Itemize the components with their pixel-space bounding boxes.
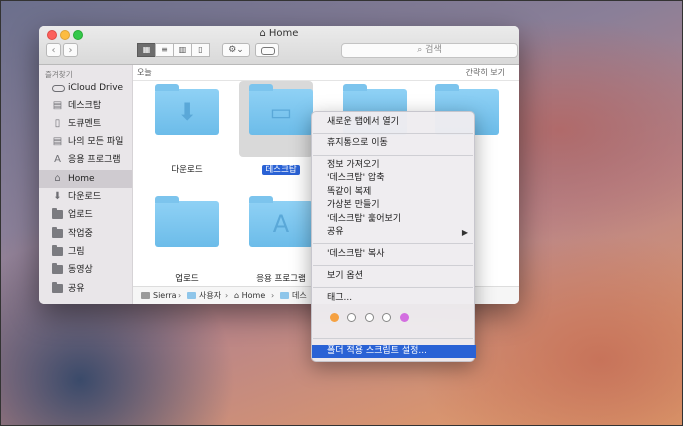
sidebar-item-all-files[interactable]: ▤ 나의 모든 파일 bbox=[39, 133, 132, 151]
sidebar-item-desktop[interactable]: ▤ 데스크탑 bbox=[39, 97, 132, 115]
folder-icon bbox=[52, 208, 63, 219]
path-segment-sierra[interactable]: Sierra bbox=[141, 287, 177, 304]
back-button[interactable]: ‹ bbox=[46, 43, 61, 57]
context-menu: 새로운 탭에서 열기 휴지통으로 이동 정보 가져오기 '데스크탑' 압축 똑같… bbox=[311, 111, 476, 362]
sidebar-item-documents[interactable]: ▯ 도큐멘트 bbox=[39, 115, 132, 133]
view-mode-group: ▦ ≡ ▥ ▯ bbox=[137, 43, 210, 57]
tag-empty-dot[interactable] bbox=[365, 313, 374, 322]
all-files-icon: ▤ bbox=[52, 136, 63, 147]
folder-icon bbox=[52, 263, 63, 274]
home-icon: ⌂ bbox=[54, 173, 61, 184]
chevron-right-icon: › bbox=[271, 291, 275, 300]
tag-icon bbox=[261, 47, 275, 55]
search-icon: ⌕ bbox=[417, 45, 426, 55]
show-less-link[interactable]: 간략히 보기 bbox=[466, 67, 505, 78]
menu-item-open-in-new-tab[interactable]: 새로운 탭에서 열기 bbox=[312, 116, 476, 129]
folder-icon: ⬇ bbox=[155, 84, 219, 135]
path-segment-desktop[interactable]: 데스 bbox=[280, 287, 307, 304]
tag-purple-dot[interactable] bbox=[400, 313, 409, 322]
sidebar: 즐겨찾기 iCloud Drive ▤ 데스크탑 ▯ 도큐멘트 ▤ 나의 모든 … bbox=[39, 65, 133, 304]
menu-separator bbox=[313, 287, 473, 288]
path-segment-users[interactable]: 사용자 bbox=[187, 287, 221, 304]
group-header: 오늘 간략히 보기 bbox=[133, 65, 519, 81]
menu-separator bbox=[313, 243, 473, 244]
menu-separator bbox=[313, 133, 473, 134]
menu-item-duplicate[interactable]: 똑같이 복제 bbox=[312, 186, 476, 199]
menu-item-compress[interactable]: '데스크탑' 압축 bbox=[312, 172, 476, 185]
folder-icon bbox=[52, 245, 63, 256]
menu-item-copy[interactable]: '데스크탑' 복사 bbox=[312, 248, 476, 261]
menu-item-view-options[interactable]: 보기 옵션 bbox=[312, 270, 476, 283]
search-field[interactable]: ⌕ 검색 bbox=[341, 43, 518, 58]
tag-empty-dot[interactable] bbox=[382, 313, 391, 322]
cover-flow-view-button[interactable]: ▯ bbox=[191, 43, 210, 57]
downloads-icon: ⬇ bbox=[53, 191, 62, 202]
menu-item-share[interactable]: 공유 ▶ bbox=[312, 226, 476, 239]
sidebar-item-upload[interactable]: 업로드 bbox=[39, 206, 132, 224]
menu-item-get-info[interactable]: 정보 가져오기 bbox=[312, 159, 476, 172]
list-view-button[interactable]: ≡ bbox=[155, 43, 174, 57]
folder-icon bbox=[187, 292, 196, 299]
home-icon: ⌂ bbox=[234, 291, 242, 300]
menu-item-quick-look[interactable]: '데스크탑' 훑어보기 bbox=[312, 213, 476, 226]
menu-item-make-alias[interactable]: 가상본 만들기 bbox=[312, 199, 476, 212]
sidebar-item-home[interactable]: ⌂ Home bbox=[39, 170, 132, 188]
documents-icon: ▯ bbox=[54, 118, 61, 129]
app-store-icon: A bbox=[272, 210, 290, 238]
sidebar-item-movies[interactable]: 동영상 bbox=[39, 261, 132, 279]
sidebar-item-working[interactable]: 작업중 bbox=[39, 225, 132, 243]
download-arrow-icon: ⬇ bbox=[176, 98, 198, 126]
sidebar-item-applications[interactable]: A 응용 프로그램 bbox=[39, 151, 132, 169]
menu-item-move-to-trash[interactable]: 휴지통으로 이동 bbox=[312, 137, 476, 150]
sidebar-item-shared[interactable]: 공유 bbox=[39, 280, 132, 298]
desktop-window-icon: ▭ bbox=[269, 98, 293, 126]
folder-icon bbox=[52, 282, 63, 293]
folder-icon bbox=[52, 227, 63, 238]
sidebar-item-downloads[interactable]: ⬇ 다운로드 bbox=[39, 188, 132, 206]
sidebar-item-icloud-drive[interactable]: iCloud Drive bbox=[39, 79, 132, 97]
folder-icon bbox=[280, 292, 289, 299]
tag-empty-dot[interactable] bbox=[347, 313, 356, 322]
sidebar-item-pictures[interactable]: 그림 bbox=[39, 243, 132, 261]
window-title: ⌂ Home bbox=[259, 28, 299, 39]
submenu-arrow-icon: ▶ bbox=[461, 228, 468, 237]
path-segment-home[interactable]: ⌂ Home bbox=[234, 287, 265, 304]
icon-view-button[interactable]: ▦ bbox=[137, 43, 156, 57]
hard-drive-icon bbox=[141, 292, 150, 299]
menu-item-folder-actions-setup[interactable]: 폴더 적용 스크립트 설정... bbox=[312, 345, 476, 358]
group-label-today: 오늘 bbox=[137, 68, 152, 77]
chevron-right-icon: › bbox=[178, 291, 182, 300]
home-icon: ⌂ bbox=[259, 28, 266, 39]
folder-icon: A bbox=[249, 196, 313, 247]
cloud-icon bbox=[52, 85, 65, 92]
edit-tags-button[interactable] bbox=[255, 43, 279, 57]
menu-separator bbox=[313, 155, 473, 156]
menu-separator bbox=[313, 338, 473, 339]
applications-icon: A bbox=[54, 154, 61, 165]
column-view-button[interactable]: ▥ bbox=[173, 43, 192, 57]
tag-orange-dot[interactable] bbox=[330, 313, 339, 322]
menu-separator bbox=[313, 265, 473, 266]
forward-button[interactable]: › bbox=[63, 43, 78, 57]
titlebar: ⌂ Home ‹ › ▦ ≡ ▥ ▯ ⚙⌄ ⌕ 검색 bbox=[39, 26, 519, 65]
folder-icon: ▭ bbox=[249, 84, 313, 135]
desktop-icon: ▤ bbox=[52, 100, 63, 111]
folder-icon bbox=[155, 196, 219, 247]
menu-item-tags[interactable]: 태그... bbox=[312, 292, 476, 305]
chevron-right-icon: › bbox=[225, 291, 229, 300]
chevron-down-icon: ⌄ bbox=[236, 45, 244, 55]
action-gear-button[interactable]: ⚙⌄ bbox=[222, 43, 250, 57]
